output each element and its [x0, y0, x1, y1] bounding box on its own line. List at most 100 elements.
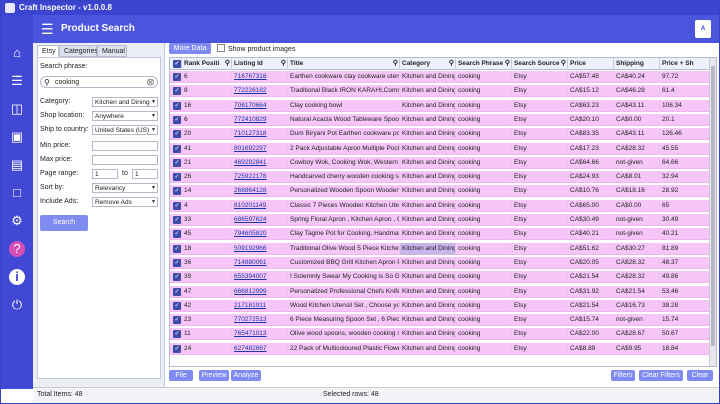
show-images-checkbox[interactable] — [217, 44, 225, 52]
row-checkbox[interactable]: ✓ — [173, 130, 181, 139]
show-images-toggle[interactable]: Show product images — [217, 44, 295, 53]
table-row[interactable]: ✓ 23 770272513 6 Piece Measuring Spoon Set … — [170, 314, 710, 327]
column-header-search-phrase[interactable]: Search Phrase ⚲ — [456, 58, 512, 70]
clear-filters-button[interactable]: Clear Filters — [639, 370, 683, 381]
row-checkbox[interactable]: ✓ — [173, 344, 181, 353]
column-header-price[interactable]: Price — [568, 58, 614, 70]
cell-listing-id[interactable]: 725922178 — [232, 171, 288, 184]
clear-search-icon[interactable]: ⨂ — [147, 78, 154, 86]
page-to-input[interactable]: 1 — [132, 169, 158, 179]
cell-listing-id[interactable]: 627482667 — [232, 342, 288, 355]
vertical-scrollbar[interactable] — [709, 58, 716, 366]
table-row[interactable]: ✓ 39 655394007 I Solemnly Swear My Cooking … — [170, 271, 710, 284]
row-checkbox[interactable]: ✓ — [173, 158, 181, 167]
row-checkbox[interactable]: ✓ — [173, 258, 181, 267]
cell-listing-id[interactable]: 770272513 — [232, 314, 288, 327]
hamburger-icon[interactable]: ☰ — [41, 22, 54, 36]
column-header-rank[interactable]: Rank Positi ⚲ — [182, 58, 232, 70]
row-checkbox[interactable]: ✓ — [173, 301, 181, 310]
row-checkbox[interactable]: ✓ — [173, 101, 181, 110]
table-row[interactable]: ✓ 14 268864128 Personalized Wooden Spoon Wo… — [170, 185, 710, 198]
column-header-search-source[interactable]: Search Source ⚲ — [512, 58, 568, 70]
cell-listing-id[interactable]: 469292841 — [232, 156, 288, 169]
chart-icon[interactable]: ▤ — [9, 157, 25, 173]
cell-listing-id[interactable]: 772226182 — [232, 85, 288, 98]
table-row[interactable]: ✓ 42 217181911 Wood Kitchen Utensil Set , C… — [170, 299, 710, 312]
filters-button[interactable]: Filters — [611, 370, 635, 381]
file-button[interactable]: File — [169, 370, 193, 381]
cell-listing-id[interactable]: 509192966 — [232, 242, 288, 255]
cell-listing-id[interactable]: 686597624 — [232, 214, 288, 226]
table-row[interactable]: ✓ 6 772410829 Natural Acacia Wood Tableware… — [170, 113, 710, 126]
table-row[interactable]: ✓ 24 627482667 22 Pack of Multicoloured Pla… — [170, 342, 710, 355]
more-data-button[interactable]: More Data — [169, 43, 211, 54]
scrollbar-thumb[interactable] — [711, 66, 715, 346]
row-checkbox[interactable]: ✓ — [173, 330, 181, 339]
column-filter-icon[interactable]: ⚲ — [225, 58, 230, 69]
row-checkbox[interactable]: ✓ — [173, 273, 181, 282]
table-row[interactable]: ✓ 18 509192966 Traditional Olive Wood 5 Pie… — [170, 242, 710, 255]
cell-listing-id[interactable]: 268864128 — [232, 185, 288, 198]
analyze-button[interactable]: Analyze — [231, 370, 261, 381]
chat-icon[interactable]: □ — [9, 185, 25, 201]
column-filter-icon[interactable]: ⚲ — [281, 58, 286, 69]
list-icon[interactable]: ☰ — [9, 73, 25, 89]
cell-listing-id[interactable]: 666812999 — [232, 285, 288, 298]
row-checkbox[interactable]: ✓ — [173, 115, 181, 124]
gear-icon[interactable]: ⚙ — [9, 213, 25, 229]
tab-manual[interactable]: Manual — [97, 45, 127, 57]
table-row[interactable]: ✓ 26 725922178 Handcarved cherry wooden coo… — [170, 171, 710, 184]
cell-listing-id[interactable]: 810201149 — [232, 199, 288, 212]
table-row[interactable]: ✓ 41 801692297 2 Pack Adjustable Apron Mult… — [170, 142, 710, 155]
power-icon[interactable]: ⏻ — [9, 297, 25, 313]
clear-button[interactable]: Clear — [687, 370, 713, 381]
table-row[interactable]: ✓ 33 686597624 Spring Floral Apron , Kitche… — [170, 214, 710, 226]
row-checkbox[interactable]: ✓ — [173, 87, 181, 96]
column-filter-icon[interactable]: ⚲ — [561, 58, 566, 69]
include-ads-select[interactable]: Remove Ads ▼ — [92, 197, 158, 207]
table-row[interactable]: ✓ 8 772226182 Traditional Black IRON KARAHI… — [170, 85, 710, 98]
table-row[interactable]: ✓ 11 765471013 Olive wood spoons, wooden co… — [170, 328, 710, 341]
page-from-input[interactable]: 1 — [92, 169, 118, 179]
column-header-shipping[interactable]: Shipping — [614, 58, 660, 70]
row-checkbox[interactable]: ✓ — [173, 216, 181, 224]
column-header-title[interactable]: Title ⚲ — [288, 58, 400, 70]
cell-listing-id[interactable]: 710127318 — [232, 128, 288, 141]
table-row[interactable]: ✓ 4 810201149 Classic 7 Pieces Wooden Kitch… — [170, 199, 710, 212]
preview-button[interactable]: Preview — [199, 370, 229, 381]
row-checkbox[interactable]: ✓ — [173, 173, 181, 182]
help-icon[interactable]: ? — [9, 241, 25, 257]
search-button[interactable]: Search — [40, 215, 88, 231]
table-row[interactable]: ✓ 36 714880061 Customized BBQ Grill Kitchen… — [170, 256, 710, 269]
column-filter-icon[interactable]: ⚲ — [505, 58, 510, 69]
cell-listing-id[interactable]: 801692297 — [232, 142, 288, 155]
select-all-checkbox[interactable]: ✓ — [173, 60, 181, 68]
row-checkbox[interactable]: ✓ — [173, 201, 181, 210]
row-checkbox[interactable]: ✓ — [173, 144, 181, 153]
cell-listing-id[interactable]: 714880061 — [232, 256, 288, 269]
cell-listing-id[interactable]: 655394007 — [232, 271, 288, 284]
row-checkbox[interactable]: ✓ — [173, 244, 181, 253]
column-header-listing-id[interactable]: Listing Id ⚲ — [232, 58, 288, 70]
cell-listing-id[interactable]: 217181911 — [232, 299, 288, 312]
shop-location-select[interactable]: Anywhere ▼ — [92, 111, 158, 121]
table-row[interactable]: ✓ 16 706170664 Clay cooking bowl Kitchen and… — [170, 99, 710, 112]
sort-by-select[interactable]: Relevancy ▼ — [92, 183, 158, 193]
row-checkbox[interactable]: ✓ — [173, 287, 181, 296]
min-price-input[interactable] — [92, 141, 158, 151]
table-row[interactable]: ✓ 47 666812999 Personalized Professional Ch… — [170, 285, 710, 298]
info-icon[interactable]: i — [9, 269, 25, 285]
row-checkbox[interactable]: ✓ — [173, 73, 181, 81]
cell-listing-id[interactable]: 765471013 — [232, 328, 288, 341]
store-icon[interactable]: ▣ — [9, 129, 25, 145]
column-header-category[interactable]: Category ⚲ — [400, 58, 456, 70]
category-select[interactable]: Kitchen and Dining ▼ — [92, 97, 158, 107]
search-input[interactable]: ⚲ cooking ⨂ — [40, 76, 158, 88]
row-checkbox[interactable]: ✓ — [173, 187, 181, 196]
cell-listing-id[interactable]: 794605820 — [232, 228, 288, 241]
column-filter-icon[interactable]: ⚲ — [449, 58, 454, 69]
ship-country-select[interactable]: United States (US) ▼ — [92, 125, 158, 135]
row-checkbox[interactable]: ✓ — [173, 316, 181, 325]
table-row[interactable]: ✓ 20 710127318 Dum Biryani Pot Earthen cook… — [170, 128, 710, 141]
table-row[interactable]: ✓ 45 794605820 Clay Tagine Pot for Cooking,… — [170, 228, 710, 241]
